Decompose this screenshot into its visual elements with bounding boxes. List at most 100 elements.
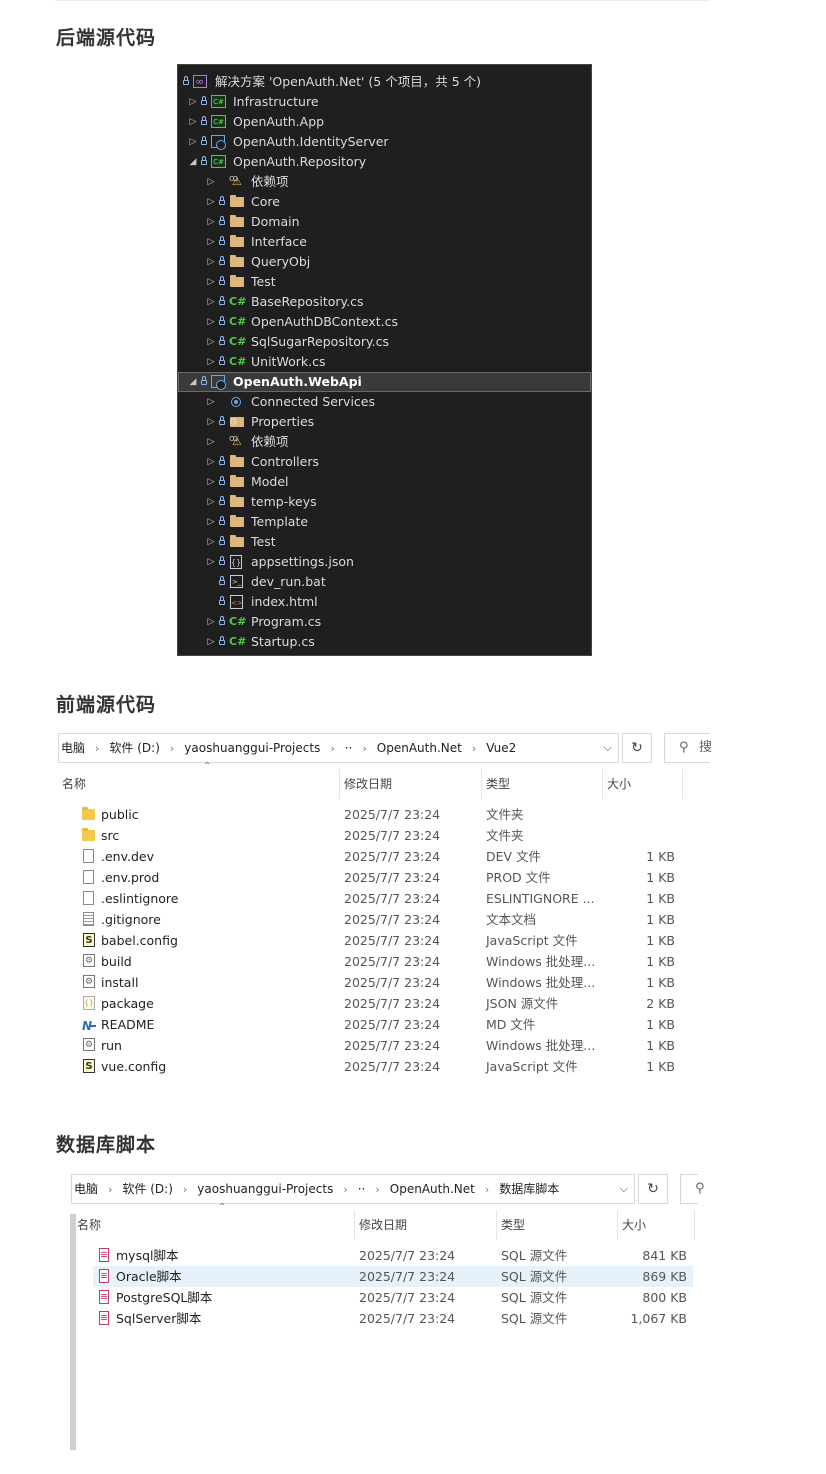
tree-item[interactable]: ▷ OpenAuth.IdentityServer xyxy=(178,132,591,152)
column-header-date[interactable]: 修改日期 xyxy=(355,1210,497,1240)
breadcrumb-item[interactable]: 软件 (D:) xyxy=(122,1182,172,1196)
tree-item[interactable]: ▷ Test xyxy=(178,272,591,292)
collapsed-arrow-icon[interactable]: ▷ xyxy=(207,292,215,312)
file-row[interactable]: src 2025/7/7 23:24 文件夹 xyxy=(78,825,681,846)
tree-item[interactable]: index.html xyxy=(178,592,591,612)
file-row[interactable]: README 2025/7/7 23:24 MD 文件 1 KB xyxy=(78,1014,681,1037)
tree-item[interactable]: ▷ 依赖项 xyxy=(178,169,591,192)
scrollbar[interactable] xyxy=(70,1214,76,1450)
collapsed-arrow-icon[interactable]: ▷ xyxy=(207,532,215,552)
tree-item[interactable]: ▷ Test xyxy=(178,532,591,552)
tree-item[interactable]: 解决方案 'OpenAuth.Net' (5 个项目，共 5 个) xyxy=(178,72,591,92)
breadcrumb-item[interactable]: Vue2 xyxy=(486,741,516,755)
column-header-date[interactable]: 修改日期 xyxy=(340,769,482,799)
collapsed-arrow-icon[interactable]: ▷ xyxy=(207,312,215,332)
collapsed-arrow-icon[interactable]: ▷ xyxy=(207,192,215,212)
collapsed-arrow-icon[interactable]: ▷ xyxy=(189,112,197,132)
tree-item[interactable]: ▷ C# BaseRepository.cs xyxy=(178,292,591,312)
tree-item[interactable]: ▷ C# Startup.cs xyxy=(178,632,591,652)
tree-item[interactable]: ◢ OpenAuth.Repository xyxy=(178,152,591,172)
tree-item[interactable]: ▷ Domain xyxy=(178,212,591,232)
column-header-name[interactable]: 名称 xyxy=(73,1210,355,1240)
address-bar[interactable]: 电脑 › 软件 (D:) › yaoshuanggui-Projects › ·· › Open… xyxy=(58,733,619,763)
file-row[interactable]: public 2025/7/7 23:24 文件夹 xyxy=(78,804,681,825)
collapsed-arrow-icon[interactable]: ▷ xyxy=(207,552,215,572)
breadcrumb-item[interactable]: yaoshuanggui-Projects xyxy=(184,741,320,755)
file-row[interactable]: .eslintignore 2025/7/7 23:24 ESLINTIGNORE … xyxy=(78,888,681,909)
tree-item[interactable]: ▷ appsettings.json xyxy=(178,552,591,572)
breadcrumb-chevron-icon[interactable]: › xyxy=(170,742,174,755)
file-row[interactable]: babel.config 2025/7/7 23:24 JavaScript 文件 1… xyxy=(78,930,681,951)
collapsed-arrow-icon[interactable]: ▷ xyxy=(207,512,215,532)
column-header-type[interactable]: 类型 xyxy=(482,769,603,799)
breadcrumb-item[interactable]: OpenAuth.Net xyxy=(377,741,462,755)
tree-item[interactable]: ▷ C# OpenAuthDBContext.cs xyxy=(178,312,591,332)
tree-item[interactable]: ▷ Infrastructure xyxy=(178,92,591,112)
tree-item[interactable]: ▷ Template xyxy=(178,512,591,532)
tree-item[interactable]: ▷ Model xyxy=(178,472,591,492)
breadcrumb-item[interactable]: 数据库脚本 xyxy=(499,1182,559,1196)
collapsed-arrow-icon[interactable]: ▷ xyxy=(207,632,215,652)
breadcrumb-chevron-icon[interactable]: › xyxy=(343,1183,347,1196)
breadcrumb-item[interactable]: OpenAuth.Net xyxy=(390,1182,475,1196)
file-row[interactable]: mysql脚本 2025/7/7 23:24 SQL 源文件 841 KB xyxy=(93,1245,693,1266)
file-row[interactable]: PostgreSQL脚本 2025/7/7 23:24 SQL 源文件 800 KB xyxy=(93,1287,693,1308)
collapsed-arrow-icon[interactable]: ▷ xyxy=(207,172,215,192)
collapsed-arrow-icon[interactable]: ▷ xyxy=(189,132,197,152)
collapsed-arrow-icon[interactable]: ▷ xyxy=(207,612,215,632)
refresh-button[interactable]: ↻ xyxy=(638,1174,668,1204)
tree-item[interactable]: ▷ Properties xyxy=(178,412,591,433)
column-header-name[interactable]: 名称 xyxy=(58,769,340,799)
collapsed-arrow-icon[interactable]: ▷ xyxy=(207,472,215,492)
expanded-arrow-icon[interactable]: ◢ xyxy=(189,372,197,392)
tree-item[interactable]: ◢ OpenAuth.WebApi xyxy=(178,372,591,392)
collapsed-arrow-icon[interactable]: ▷ xyxy=(207,492,215,512)
breadcrumb-item[interactable]: yaoshuanggui-Projects xyxy=(197,1182,333,1196)
file-row[interactable]: run 2025/7/7 23:24 Windows 批处理... 1 KB xyxy=(78,1035,681,1056)
collapsed-arrow-icon[interactable]: ▷ xyxy=(207,452,215,472)
collapsed-arrow-icon[interactable]: ▷ xyxy=(207,332,215,352)
breadcrumb-chevron-icon[interactable]: › xyxy=(330,742,334,755)
file-row[interactable]: .gitignore 2025/7/7 23:24 文本文档 1 KB xyxy=(78,909,681,930)
tree-item[interactable]: ▷ C# Program.cs xyxy=(178,612,591,632)
tree-item[interactable]: ▷ Interface xyxy=(178,232,591,252)
column-header-size[interactable]: 大小 xyxy=(618,1210,695,1240)
breadcrumb-item[interactable]: 软件 (D:) xyxy=(109,741,159,755)
tree-item[interactable]: ▷ C# SqlSugarRepository.cs xyxy=(178,332,591,352)
chevron-down-icon[interactable]: ⌵ xyxy=(620,1175,628,1203)
file-row[interactable]: build 2025/7/7 23:24 Windows 批处理... 1 KB xyxy=(78,951,681,972)
breadcrumb-chevron-icon[interactable]: › xyxy=(375,1183,379,1196)
breadcrumb-item[interactable]: ·· xyxy=(358,1182,366,1196)
expanded-arrow-icon[interactable]: ◢ xyxy=(189,152,197,172)
column-header-size[interactable]: 大小 xyxy=(603,769,683,799)
tree-item[interactable]: ▷ Core xyxy=(178,192,591,212)
file-row[interactable]: Oracle脚本 2025/7/7 23:24 SQL 源文件 869 KB xyxy=(93,1266,693,1287)
file-row[interactable]: .env.prod 2025/7/7 23:24 PROD 文件 1 KB xyxy=(78,867,681,888)
breadcrumb-item[interactable]: 电脑 xyxy=(74,1182,98,1196)
collapsed-arrow-icon[interactable]: ▷ xyxy=(189,92,197,112)
tree-item[interactable]: ▷ Controllers xyxy=(178,452,591,472)
breadcrumb-chevron-icon[interactable]: › xyxy=(95,742,99,755)
collapsed-arrow-icon[interactable]: ▷ xyxy=(207,232,215,252)
collapsed-arrow-icon[interactable]: ▷ xyxy=(207,432,215,452)
file-row[interactable]: package 2025/7/7 23:24 JSON 源文件 2 KB xyxy=(78,993,681,1014)
file-row[interactable]: .env.dev 2025/7/7 23:24 DEV 文件 1 KB xyxy=(78,846,681,867)
breadcrumb-chevron-icon[interactable]: › xyxy=(183,1183,187,1196)
chevron-down-icon[interactable]: ⌵ xyxy=(604,734,612,762)
collapsed-arrow-icon[interactable]: ▷ xyxy=(207,272,215,292)
tree-item[interactable]: ▷ C# UnitWork.cs xyxy=(178,352,591,372)
collapsed-arrow-icon[interactable]: ▷ xyxy=(207,392,215,412)
collapsed-arrow-icon[interactable]: ▷ xyxy=(207,352,215,372)
breadcrumb-item[interactable]: ·· xyxy=(345,741,353,755)
collapsed-arrow-icon[interactable]: ▷ xyxy=(207,412,215,432)
breadcrumb-chevron-icon[interactable]: › xyxy=(362,742,366,755)
tree-item[interactable]: dev_run.bat xyxy=(178,572,591,592)
tree-item[interactable]: ▷ OpenAuth.App xyxy=(178,112,591,132)
breadcrumb-chevron-icon[interactable]: › xyxy=(485,1183,489,1196)
file-row[interactable]: vue.config 2025/7/7 23:24 JavaScript 文件 1 K… xyxy=(78,1056,681,1077)
collapsed-arrow-icon[interactable]: ▷ xyxy=(207,252,215,272)
tree-item[interactable]: ▷ QueryObj xyxy=(178,252,591,272)
tree-item[interactable]: ▷ Connected Services xyxy=(178,392,591,412)
tree-item[interactable]: ▷ 依赖项 xyxy=(178,429,591,452)
breadcrumb-item[interactable]: 电脑 xyxy=(61,741,85,755)
